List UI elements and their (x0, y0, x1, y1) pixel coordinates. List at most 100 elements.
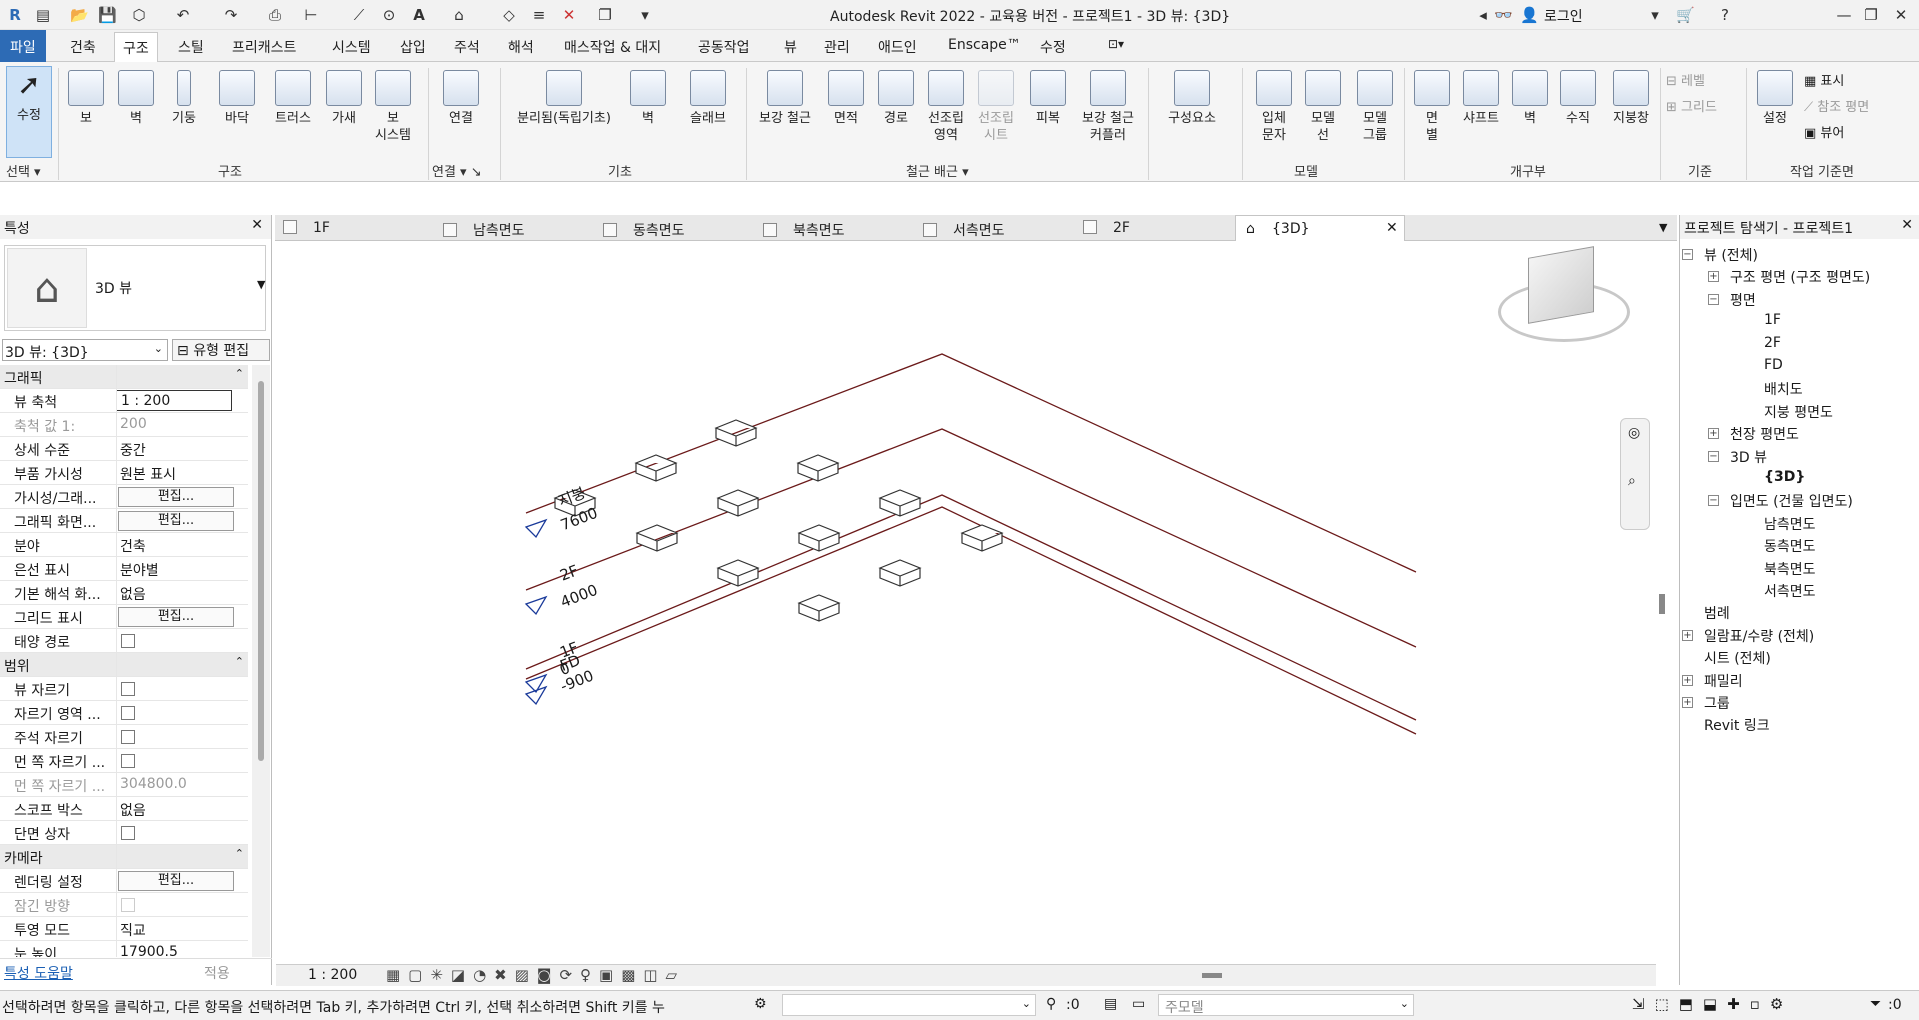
save-icon[interactable]: 💾 (98, 6, 117, 24)
steering-wheel-icon[interactable]: ◎ (1628, 425, 1640, 441)
model-line-button[interactable]: 모델 선 (1302, 70, 1344, 144)
cover-button[interactable]: 피복 (1026, 70, 1070, 127)
tab-steel[interactable]: 스틸 (178, 37, 204, 57)
tab-view[interactable]: 뷰 (784, 37, 797, 57)
browser-node[interactable]: {3D} (1764, 469, 1805, 485)
property-section[interactable]: 카메라 ⌃ (0, 845, 248, 869)
expand-icon[interactable]: + (1682, 629, 1693, 641)
group-connection[interactable]: 연결 ▾ ↘ (432, 161, 482, 180)
type-dropdown-icon[interactable]: ▼ (257, 278, 265, 291)
tab-view-south[interactable]: 남측면도 (443, 220, 525, 240)
property-checkbox[interactable] (121, 706, 135, 720)
edit-button[interactable]: 편집... (118, 487, 234, 507)
group-select[interactable]: 선택 ▾ (6, 161, 41, 180)
browser-node[interactable]: 시트 (전체) (1704, 648, 1771, 668)
property-section[interactable]: 그래픽 ⌃ (0, 365, 248, 389)
expand-icon[interactable]: + (1708, 271, 1719, 283)
print-icon[interactable]: ⎙ (266, 6, 284, 24)
tab-analyze[interactable]: 해석 (508, 37, 534, 57)
tab-view-north[interactable]: 북측면도 (763, 220, 845, 240)
browser-node[interactable]: 북측면도 (1764, 559, 1816, 579)
property-checkbox[interactable] (121, 682, 135, 696)
tab-systems[interactable]: 시스템 (332, 37, 371, 57)
brace-button[interactable]: 가새 (324, 70, 364, 127)
horizontal-scroll-thumb[interactable] (1202, 973, 1222, 978)
property-input[interactable]: 1 : 200 (116, 390, 232, 411)
slab-button[interactable]: 슬래브 (680, 70, 736, 127)
browser-node[interactable]: 동측면도 (1764, 536, 1816, 556)
collapse-icon[interactable]: ⌃ (235, 847, 244, 860)
tab-file[interactable]: 파일 (0, 30, 46, 62)
wall-opening-button[interactable]: 벽 (1510, 70, 1550, 127)
worksets-icon[interactable]: ⚙ (754, 996, 767, 1012)
customize-qat-icon[interactable]: ▾ (636, 6, 654, 24)
type-selector[interactable]: ⌂ 3D 뷰 ▼ (4, 245, 266, 331)
open-icon[interactable]: 📂 (70, 6, 89, 24)
browser-node[interactable]: − 입면도 (건물 입면도) (1708, 491, 1853, 511)
area-button[interactable]: 면적 (824, 70, 868, 127)
search-help-icon[interactable]: ◂ (1474, 6, 1492, 24)
group-reinforcement[interactable]: 철근 배근 ▾ (906, 161, 969, 180)
design-option-select[interactable]: 주모델 ⌄ (1158, 994, 1414, 1016)
main-model-icon[interactable]: ▭ (1132, 996, 1145, 1012)
browser-node[interactable]: 서측면도 (1764, 581, 1816, 601)
revit-logo-icon[interactable]: R (6, 6, 24, 24)
workset-select[interactable]: ⌄ (782, 994, 1036, 1016)
by-face-button[interactable]: 면 별 (1410, 70, 1454, 144)
property-checkbox[interactable] (121, 730, 135, 744)
tab-addins[interactable]: 애드인 (878, 37, 917, 57)
tab-insert[interactable]: 삽입 (400, 37, 426, 57)
properties-scrollbar[interactable] (252, 365, 270, 957)
cart-icon[interactable]: 🛒 (1676, 6, 1695, 24)
fabric-sheet-button[interactable]: 선조립 시트 (974, 70, 1018, 144)
property-checkbox[interactable] (121, 826, 135, 840)
login-dropdown-icon[interactable]: ▾ (1646, 6, 1664, 24)
tab-collaborate[interactable]: 공동작업 (698, 37, 750, 57)
3d-view-canvas[interactable]: 지붕 7600 2F 4000 1F 0 FD -900 ◎ ⌕ (276, 242, 1665, 964)
model-text-button[interactable]: 입체 문자 (1252, 70, 1296, 144)
close-browser-icon[interactable]: ✕ (1901, 217, 1913, 233)
workplane-viewer-button[interactable]: ▣ 뷰어 (1804, 122, 1844, 141)
truss-button[interactable]: 트러스 (268, 70, 318, 127)
browser-node[interactable]: 배치도 (1764, 379, 1803, 399)
grid-button[interactable]: ⊞ 그리드 (1666, 96, 1717, 115)
model-group-button[interactable]: 모델 그룹 (1350, 70, 1400, 144)
shaft-button[interactable]: 샤프트 (1456, 70, 1506, 127)
thin-lines-icon[interactable]: ≡ (530, 6, 548, 24)
browser-node[interactable]: − 뷰 (전체) (1682, 245, 1758, 265)
wall-foundation-button[interactable]: 벽 (626, 70, 670, 127)
properties-help-link[interactable]: 특성 도움말 (4, 963, 73, 983)
browser-node[interactable]: FD (1764, 357, 1783, 373)
collapse-icon[interactable]: − (1682, 249, 1693, 260)
property-checkbox[interactable] (121, 754, 135, 768)
edit-button[interactable]: 편집... (118, 871, 234, 891)
filter-funnel-icon[interactable]: ⏷ (1870, 996, 1881, 1012)
property-value[interactable]: 17900.5 (120, 944, 178, 957)
sync-icon[interactable]: ⬡ (130, 6, 148, 24)
tabs-dropdown-icon[interactable]: ▼ (1659, 221, 1667, 234)
browser-node[interactable]: + 일람표/수량 (전체) (1682, 626, 1814, 646)
browser-node[interactable]: − 평면 (1708, 290, 1756, 310)
collapse-icon[interactable]: ⌃ (235, 367, 244, 380)
wall-button[interactable]: 벽 (116, 70, 156, 127)
section-icon[interactable]: ◇ (500, 6, 518, 24)
isolated-footing[interactable] (878, 559, 922, 587)
isolated-footing[interactable] (797, 594, 841, 622)
tab-view-east[interactable]: 동측면도 (603, 220, 685, 240)
view-control-icons[interactable]: ▦▢✳◪◔✖▨◙⟳♀▣▩◫▱ (386, 966, 685, 984)
login-label[interactable]: 로그인 (1544, 6, 1583, 26)
tab-view-west[interactable]: 서측면도 (923, 220, 1005, 240)
browser-node[interactable]: 지붕 평면도 (1764, 402, 1833, 422)
edit-button[interactable]: 편집... (118, 607, 234, 627)
isolated-footing[interactable] (634, 454, 678, 482)
tab-massing-site[interactable]: 매스작업 & 대지 (564, 37, 661, 57)
browser-node[interactable]: 남측면도 (1764, 514, 1816, 534)
isolated-footing[interactable] (878, 489, 922, 517)
browser-node[interactable]: + 구조 평면 (구조 평면도) (1708, 267, 1870, 287)
level-button[interactable]: ⊟ 레벨 (1666, 70, 1705, 89)
text-icon[interactable]: A (410, 6, 428, 24)
browser-node[interactable]: 1F (1764, 312, 1781, 328)
home-icon[interactable]: ▤ (34, 6, 52, 24)
measure-icon[interactable]: ⊢ (302, 6, 320, 24)
edit-button[interactable]: 편집... (118, 511, 234, 531)
